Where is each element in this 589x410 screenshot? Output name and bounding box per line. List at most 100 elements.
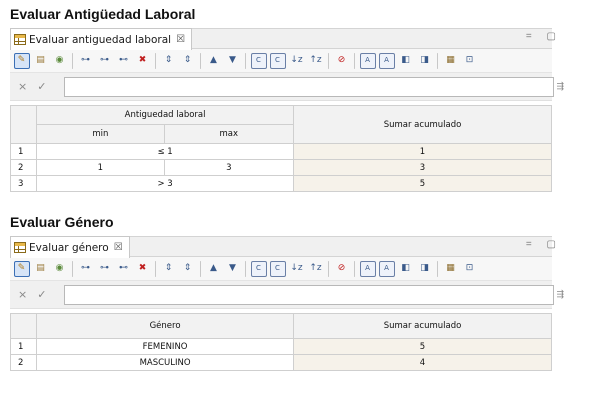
input-header-genero[interactable]: Género xyxy=(36,313,295,339)
row-index: 3 xyxy=(9,175,38,192)
editor-tabbar: Evaluar antiguedad laboral ☒ = ▢ xyxy=(10,28,556,50)
decision-table-antiguedad: Antiguedad laboral Sumar acumulado min m… xyxy=(9,105,552,192)
separator xyxy=(72,260,73,277)
separator xyxy=(437,260,438,277)
table-icon xyxy=(14,34,26,45)
delete-column-icon[interactable]: ✖ xyxy=(135,261,151,277)
output-cell[interactable]: 3 xyxy=(293,159,552,176)
align-left-icon[interactable]: A xyxy=(359,260,376,277)
paste-icon[interactable]: ▤ xyxy=(33,261,49,277)
delete-column-icon[interactable]: ✖ xyxy=(135,53,151,69)
align-left-icon[interactable]: A xyxy=(359,52,376,69)
zoom-icon[interactable]: ⊡ xyxy=(462,261,478,277)
output-cell[interactable]: 4 xyxy=(293,354,552,371)
max-header[interactable]: max xyxy=(163,124,295,144)
move-down-icon[interactable]: ▼ xyxy=(225,53,241,69)
input-header-antiguedad[interactable]: Antiguedad laboral xyxy=(36,105,295,125)
insert-column-after-icon[interactable]: ⊶ xyxy=(97,53,113,69)
collapse-icon[interactable]: ⇕ xyxy=(161,261,177,277)
input-cell[interactable]: > 3 xyxy=(36,175,295,192)
insert-column-icon[interactable]: ⊶ xyxy=(78,53,94,69)
align-right-icon[interactable]: A xyxy=(378,260,395,277)
conclusion-icon[interactable]: C xyxy=(269,260,286,277)
min-header[interactable]: min xyxy=(36,124,165,144)
sort-descending-icon[interactable]: ↑z xyxy=(308,53,324,69)
split-right-icon[interactable]: ◨ xyxy=(417,261,433,277)
sort-ascending-icon[interactable]: ↓z xyxy=(289,261,305,277)
row-index: 1 xyxy=(9,338,38,355)
input-cell[interactable]: FEMENINO xyxy=(36,338,295,355)
split-right-icon[interactable]: ◨ xyxy=(417,53,433,69)
formula-input[interactable] xyxy=(64,77,554,97)
paste-icon[interactable]: ▤ xyxy=(33,53,49,69)
formula-bar: × ✓ ⇶ xyxy=(10,281,564,309)
expand-icon[interactable]: ⇕ xyxy=(180,261,196,277)
output-header[interactable]: Sumar acumulado xyxy=(293,313,552,339)
insert-column-icon[interactable]: ⊶ xyxy=(78,261,94,277)
expand-icon[interactable]: ⇕ xyxy=(180,53,196,69)
split-left-icon[interactable]: ◧ xyxy=(398,261,414,277)
accept-icon[interactable]: ✓ xyxy=(37,80,46,93)
separator xyxy=(354,52,355,69)
window-controls[interactable]: = ▢ xyxy=(526,31,562,42)
window-controls[interactable]: = ▢ xyxy=(526,239,562,250)
color-icon[interactable]: ◉ xyxy=(52,53,68,69)
disable-icon[interactable]: ⊘ xyxy=(334,53,350,69)
separator xyxy=(245,52,246,69)
tab-evaluar-antiguedad[interactable]: Evaluar antiguedad laboral ☒ xyxy=(10,28,193,50)
output-cell[interactable]: 5 xyxy=(293,175,552,192)
disable-icon[interactable]: ⊘ xyxy=(334,261,350,277)
cancel-icon[interactable]: × xyxy=(18,288,27,301)
row-index: 2 xyxy=(9,159,38,176)
cancel-icon[interactable]: × xyxy=(18,80,27,93)
input-cell[interactable]: ≤ 1 xyxy=(36,143,295,160)
move-down-icon[interactable]: ▼ xyxy=(225,261,241,277)
output-cell[interactable]: 1 xyxy=(293,143,552,160)
insert-column-before-icon[interactable]: ⊷ xyxy=(116,53,132,69)
condition-icon[interactable]: C xyxy=(250,52,267,69)
close-icon[interactable]: ☒ xyxy=(114,242,123,253)
move-up-icon[interactable]: ▲ xyxy=(206,261,222,277)
table-row: 1 ≤ 1 1 xyxy=(9,143,552,160)
input-cell[interactable]: MASCULINO xyxy=(36,354,295,371)
close-icon[interactable]: ☒ xyxy=(176,34,185,45)
grid-icon[interactable]: ▦ xyxy=(443,261,459,277)
zoom-icon[interactable]: ⊡ xyxy=(462,53,478,69)
separator xyxy=(72,52,73,69)
grid-icon[interactable]: ▦ xyxy=(443,53,459,69)
editor-tabbar: Evaluar género ☒ = ▢ xyxy=(10,236,556,258)
index-header xyxy=(9,313,38,339)
tab-label: Evaluar antiguedad laboral xyxy=(29,33,172,46)
edit-icon[interactable]: ✎ xyxy=(13,260,30,277)
collapse-icon[interactable]: ⇕ xyxy=(161,53,177,69)
tab-evaluar-genero[interactable]: Evaluar género ☒ xyxy=(10,236,130,258)
properties-icon[interactable]: ⇶ xyxy=(556,289,564,300)
section-title-antiguedad: Evaluar Antigüedad Laboral xyxy=(10,6,196,22)
insert-column-after-icon[interactable]: ⊶ xyxy=(97,261,113,277)
table-row: 3 > 3 5 xyxy=(9,175,552,192)
insert-column-before-icon[interactable]: ⊷ xyxy=(116,261,132,277)
edit-icon[interactable]: ✎ xyxy=(13,52,30,69)
decision-table-genero: Género Sumar acumulado 1 FEMENINO 5 2 MA… xyxy=(9,313,552,371)
separator xyxy=(245,260,246,277)
output-cell[interactable]: 5 xyxy=(293,338,552,355)
sort-ascending-icon[interactable]: ↓z xyxy=(289,53,305,69)
min-cell[interactable]: 1 xyxy=(36,159,165,176)
separator xyxy=(437,52,438,69)
split-left-icon[interactable]: ◧ xyxy=(398,53,414,69)
formula-input[interactable] xyxy=(64,285,554,305)
properties-icon[interactable]: ⇶ xyxy=(556,81,564,92)
move-up-icon[interactable]: ▲ xyxy=(206,53,222,69)
condition-icon[interactable]: C xyxy=(250,260,267,277)
output-header[interactable]: Sumar acumulado xyxy=(293,105,552,144)
sort-descending-icon[interactable]: ↑z xyxy=(308,261,324,277)
table-row: 2 MASCULINO 4 xyxy=(9,354,552,371)
accept-icon[interactable]: ✓ xyxy=(37,288,46,301)
separator xyxy=(328,52,329,69)
max-cell[interactable]: 3 xyxy=(163,159,295,176)
align-right-icon[interactable]: A xyxy=(378,52,395,69)
table-row: 2 1 3 3 xyxy=(9,159,552,176)
color-icon[interactable]: ◉ xyxy=(52,261,68,277)
conclusion-icon[interactable]: C xyxy=(269,52,286,69)
row-index: 1 xyxy=(9,143,38,160)
